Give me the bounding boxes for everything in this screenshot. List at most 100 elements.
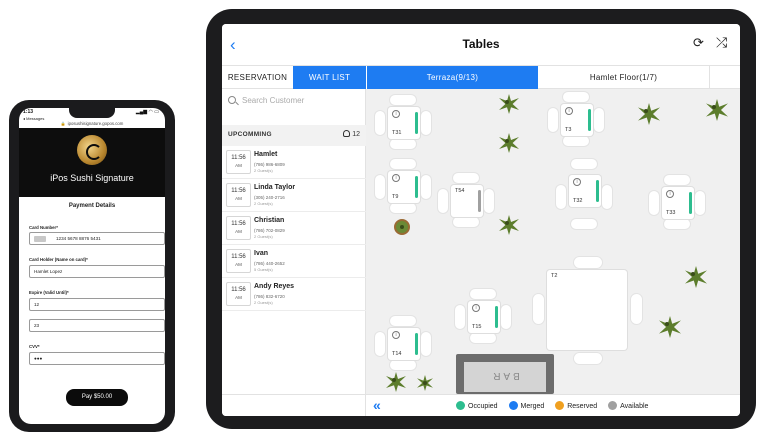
guest-phone: (786) 986-6809 [254, 162, 285, 167]
guest-name: Hamlet [254, 151, 278, 158]
chair [548, 108, 558, 132]
chair [574, 353, 602, 364]
card-holder-label: Card Holder (Name on card)* [29, 257, 88, 262]
tablet-screen: ‹ Tables ⟳ ⤮ RESERVATION WAIT LIST Terra… [222, 24, 740, 416]
pay-button[interactable]: Pay $50.00 [66, 389, 128, 406]
plant-icon [386, 372, 406, 392]
plant-icon [499, 133, 519, 153]
table-t31[interactable]: i T31 [388, 107, 420, 139]
guest-list-item[interactable]: 11:56 AM Ivan (786) 440-2652 5 Guest(s) [222, 245, 366, 278]
guest-time-value: 11:56 [231, 254, 246, 260]
guest-time-value: 11:56 [231, 221, 246, 227]
legend-occupied: Occupied [456, 401, 498, 410]
table-t15[interactable]: i T15 [468, 301, 500, 333]
upcoming-label: UPCOMMING [228, 131, 272, 138]
table-label: T3 [565, 127, 572, 133]
cvv-input[interactable]: ●●● [29, 352, 165, 365]
shuffle-icon[interactable]: ⤮ [716, 34, 727, 51]
guest-phone: (786) 440-2652 [254, 261, 285, 266]
expire-label: Expire (Valid Until)* [29, 290, 69, 295]
guest-ampm: AM [235, 262, 242, 267]
card-holder-input[interactable]: Hamlet Lopez [29, 265, 165, 278]
info-icon[interactable]: i [392, 174, 400, 182]
guest-list-item[interactable]: 11:56 AM Christian (786) 702-0829 2 Guest… [222, 212, 366, 245]
top-bar: ‹ Tables ⟳ ⤮ [222, 24, 740, 65]
status-legend: Occupied Merged Reserved Available [456, 401, 657, 410]
tab-reservation[interactable]: RESERVATION [222, 66, 293, 89]
guest-list-item[interactable]: 11:56 AM Linda Taylor (305) 240-2716 2 Gu… [222, 179, 366, 212]
potted-plant-icon [394, 219, 410, 235]
chair [556, 185, 566, 209]
guest-count: 2 Guest(s) [254, 201, 273, 206]
tab-terraza[interactable]: Terraza(9/13) [366, 66, 538, 89]
brand-name: iPos Sushi Signature [50, 173, 134, 183]
info-icon[interactable]: i [392, 331, 400, 339]
search-icon [228, 96, 236, 104]
table-t54[interactable]: T54 [451, 185, 483, 217]
guest-count: 2 Guest(s) [254, 168, 273, 173]
table-label: T54 [455, 188, 465, 194]
plant-icon [659, 316, 681, 338]
card-number-label: Card Number* [29, 225, 58, 230]
occupied-status-bar [689, 192, 692, 214]
chair [455, 305, 465, 329]
info-icon[interactable]: i [573, 178, 581, 186]
expire-year-value: 23 [34, 323, 40, 328]
info-icon[interactable]: i [666, 190, 674, 198]
card-number-input[interactable]: 1234 5678 8876 5431 [29, 232, 165, 245]
table-label: T2 [551, 273, 558, 279]
collapse-panel-icon[interactable]: « [373, 397, 381, 413]
bar-label: BAR [490, 370, 520, 381]
guest-list-item[interactable]: 11:56 AM Andy Reyes (786) 832-6720 2 Gues… [222, 278, 366, 311]
brand-header: iPos Sushi Signature [19, 128, 165, 197]
tab-hamlet-floor[interactable]: Hamlet Floor(1/7) [538, 66, 710, 89]
guest-name: Christian [254, 217, 285, 224]
guest-ampm: AM [235, 295, 242, 300]
refresh-icon[interactable]: ⟳ [693, 35, 704, 51]
table-t3[interactable]: i T3 [561, 104, 593, 136]
wait-list-panel: Search Customer UPCOMMING 12 11:56 AM Ham… [222, 89, 366, 394]
info-icon[interactable]: i [565, 107, 573, 115]
person-icon [343, 130, 351, 137]
phone-device: 1:13 ◂ Messages ▂▄▆ ◠ ▭ 🔒 iposushisignatu… [9, 100, 175, 432]
plant-icon [417, 375, 433, 391]
table-t14[interactable]: i T14 [388, 328, 420, 360]
expire-year-input[interactable]: 23 [29, 319, 165, 332]
chair [421, 332, 431, 356]
occupied-status-bar [588, 109, 591, 131]
info-icon[interactable]: i [392, 110, 400, 118]
search-customer-input[interactable]: Search Customer [228, 96, 304, 105]
chair [390, 159, 416, 169]
phone-screen: 1:13 ◂ Messages ▂▄▆ ◠ ▭ 🔒 iposushisignatu… [19, 108, 165, 424]
page-title: Tables [462, 37, 500, 51]
card-number-value: 1234 5678 8876 5431 [56, 236, 101, 242]
plant-icon [499, 94, 519, 114]
occupied-status-bar [596, 180, 599, 202]
table-t32[interactable]: i T32 [569, 175, 601, 207]
occupied-status-bar [495, 306, 498, 328]
guest-phone: (786) 702-0829 [254, 228, 285, 233]
chair [421, 175, 431, 199]
chair [602, 185, 612, 209]
expire-month-input[interactable]: 12 [29, 298, 165, 311]
table-label: T14 [392, 351, 402, 357]
guest-list-item[interactable]: 11:56 AM Hamlet (786) 986-6809 2 Guest(s) [222, 146, 366, 179]
table-t33[interactable]: i T33 [662, 187, 694, 219]
chair [390, 360, 416, 370]
guest-ampm: AM [235, 196, 242, 201]
table-t9[interactable]: i T9 [388, 171, 420, 203]
table-t2[interactable]: T2 [547, 270, 627, 350]
plant-icon [706, 99, 728, 121]
chair [470, 333, 496, 343]
tab-wait-list[interactable]: WAIT LIST [293, 66, 366, 89]
guest-time: 11:56 AM [226, 282, 251, 306]
table-label: T33 [666, 210, 676, 216]
guest-ampm: AM [235, 229, 242, 234]
upcoming-header: UPCOMMING 12 [222, 125, 366, 146]
tab-bar: RESERVATION WAIT LIST Terraza(9/13) Haml… [222, 65, 740, 89]
url-bar[interactable]: 🔒 iposushisignature.gopos.com [19, 121, 165, 126]
guest-ampm: AM [235, 163, 242, 168]
occupied-status-bar [415, 333, 418, 355]
legend-available: Available [608, 401, 648, 410]
info-icon[interactable]: i [472, 304, 480, 312]
